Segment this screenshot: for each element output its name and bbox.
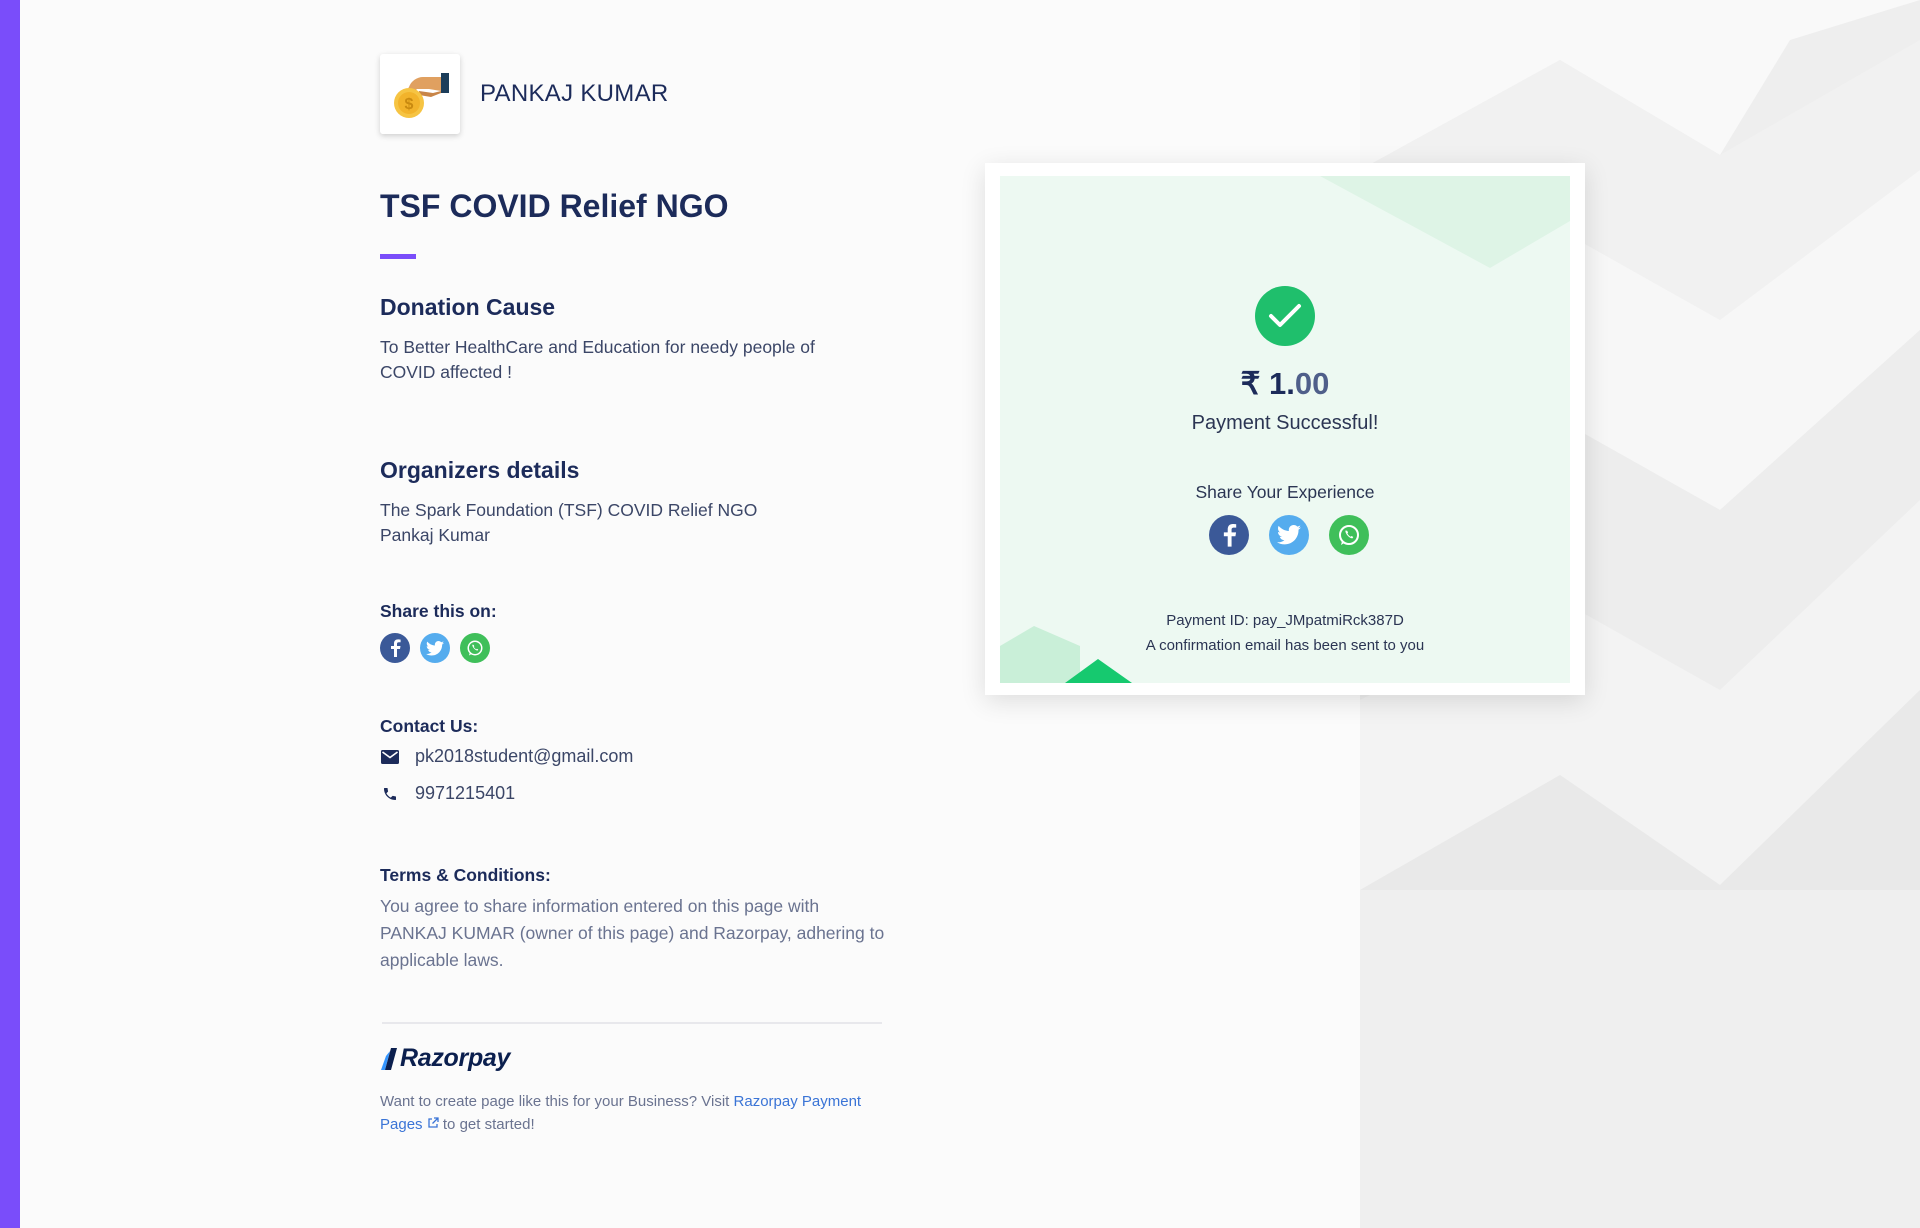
share-links [380,633,490,663]
mail-icon [380,747,400,767]
razorpay-logo[interactable]: Razorpay [380,1044,510,1073]
confirmation-message: A confirmation email has been sent to yo… [1145,637,1425,654]
amount-decimal: 00 [1294,366,1330,401]
page-title: TSF COVID Relief NGO [380,188,729,224]
donation-cause-heading: Donation Cause [380,294,556,320]
left-accent-stripe [0,0,20,1228]
twitter-icon[interactable] [1269,515,1309,555]
payment-status: Payment Successful! [1191,412,1379,434]
merchant-logo: $ [380,54,460,134]
whatsapp-icon[interactable] [460,633,490,663]
footer-promo-text: Want to create page like this for your B… [380,1093,862,1133]
contact-email[interactable]: pk2018student@gmail.com [415,746,633,767]
amount-whole: 1. [1269,366,1295,401]
phone-icon [380,784,400,804]
currency-symbol: ₹ [1240,366,1261,401]
razorpay-mark-icon [381,1047,397,1070]
footer-divider [382,1022,882,1024]
payment-id: Payment ID: pay_JMpatmiRck387D [1166,612,1404,629]
success-check-icon [1255,286,1315,346]
card-share-links [1209,515,1369,555]
merchant-name: PANKAJ KUMAR [480,80,669,107]
payment-success-panel: ₹ 1.00 Payment Successful! Share Your Ex… [1000,176,1570,683]
terms-text: You agree to share information entered o… [380,896,885,970]
organizers-heading: Organizers details [380,457,580,483]
share-heading: Share this on: [380,601,497,621]
facebook-icon[interactable] [1209,515,1249,555]
twitter-icon[interactable] [420,633,450,663]
razorpay-brand: Razorpay [400,1044,511,1072]
external-link-icon [428,1117,439,1128]
facebook-icon[interactable] [380,633,410,663]
donation-cause-text: To Better HealthCare and Education for n… [380,337,815,382]
contact-heading: Contact Us: [380,716,479,736]
terms-heading: Terms & Conditions: [380,865,551,885]
organizer-name-line: The Spark Foundation (TSF) COVID Relief … [380,500,758,520]
share-experience-label: Share Your Experience [1195,482,1375,502]
hand-coin-icon: $ [394,73,449,118]
whatsapp-icon[interactable] [1329,515,1369,555]
organizer-person-line: Pankaj Kumar [380,525,490,545]
contact-phone[interactable]: 9971215401 [415,783,515,804]
payment-amount: ₹ 1.00 [1000,366,1570,402]
title-underline [380,254,416,259]
contact-email-row[interactable]: pk2018student@gmail.com [380,746,633,767]
payment-success-card: ₹ 1.00 Payment Successful! Share Your Ex… [985,163,1585,695]
merchant-header: $ PANKAJ KUMAR [380,54,669,134]
contact-phone-row[interactable]: 9971215401 [380,783,515,804]
svg-text:$: $ [405,96,414,113]
